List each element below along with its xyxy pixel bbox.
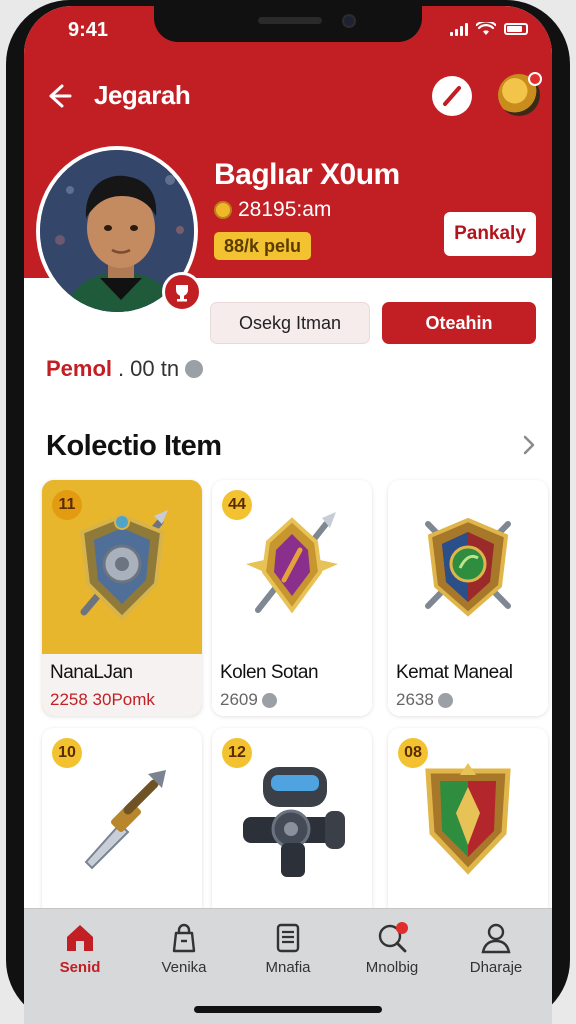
blaster-icon	[243, 767, 345, 877]
tab-label: Dharaje	[469, 959, 523, 976]
section-title: Kolectio Item	[46, 430, 222, 462]
tab-home[interactable]: Senid	[30, 921, 130, 985]
user-icon	[481, 923, 511, 954]
signal-icon	[450, 22, 468, 36]
home-indicator	[194, 1006, 382, 1013]
level-badge: 88/k pelu	[214, 232, 312, 260]
app-screen: 9:41 Jegarah Baglıar X0um 28195:am 88/k …	[24, 6, 552, 1024]
status-icons	[450, 22, 528, 36]
item-card[interactable]: Kemat Maneal 2638	[388, 480, 548, 716]
rank-badge: 12	[222, 738, 252, 768]
section-more-button[interactable]	[518, 430, 540, 460]
edit-button[interactable]	[432, 76, 472, 116]
item-price: 2638	[396, 690, 540, 710]
user-avatar-small[interactable]	[498, 72, 542, 116]
battery-icon	[504, 23, 528, 35]
tab-label: Senid	[59, 959, 101, 976]
item-price-value: 2638	[396, 690, 434, 709]
item-name: Kemat Maneal	[396, 662, 513, 683]
item-card[interactable]: 11 NanaLJan 2258 30Pomk	[42, 480, 202, 716]
verified-badge	[162, 272, 202, 312]
home-icon	[67, 925, 93, 951]
coin-icon	[214, 201, 232, 219]
item-info: NanaLJan 2258 30Pomk	[42, 654, 202, 716]
back-button[interactable]	[42, 80, 74, 112]
rank-badge: 08	[398, 738, 428, 768]
item-price-value: 2609	[220, 690, 258, 709]
stat-value: 00 tn	[130, 356, 180, 381]
primary-action-button[interactable]: Oteahin	[382, 302, 536, 344]
item-name: NanaLJan	[50, 662, 133, 683]
edit-pencil-icon	[443, 86, 461, 106]
profile-subtitle: 28195:am	[214, 198, 331, 222]
trophy-icon	[176, 285, 188, 302]
tab-bag[interactable]: Venika	[134, 921, 234, 985]
currency-icon	[261, 692, 277, 708]
tab-search[interactable]: Mnolbig	[342, 921, 442, 985]
chevron-right-icon	[523, 435, 535, 455]
tab-label: Mnolbig	[365, 959, 419, 976]
profile-stat-row: Pemol . 00 tn	[46, 356, 204, 382]
tab-label: Mnafia	[265, 959, 311, 976]
stat-label: Pemol	[46, 356, 113, 381]
wifi-icon	[476, 22, 496, 35]
page-title: Jegarah	[94, 80, 191, 110]
item-image	[388, 480, 548, 654]
rank-badge: 11	[52, 490, 82, 520]
currency-icon	[437, 692, 453, 708]
search-icon	[378, 922, 408, 953]
status-bar: 9:41	[24, 14, 552, 42]
item-price: 2258 30Pomk	[50, 690, 155, 709]
bag-icon	[172, 923, 196, 953]
item-info: Kolen Sotan 2609	[212, 654, 372, 716]
top-nav: Jegarah	[24, 72, 552, 118]
follow-button[interactable]: Pankaly	[444, 212, 536, 256]
profile-subtitle-text: 28195:am	[238, 198, 332, 221]
back-arrow-icon	[49, 84, 72, 108]
amulet-icon	[246, 512, 338, 614]
status-time: 9:41	[68, 19, 109, 41]
document-icon	[276, 923, 300, 953]
secondary-action-button[interactable]: Osekg Itman	[210, 302, 370, 344]
rank-badge: 10	[52, 738, 82, 768]
tab-profile[interactable]: Dharaje	[446, 921, 546, 985]
stat-value-prefix: .	[118, 356, 125, 381]
item-info: Kemat Maneal 2638	[388, 654, 548, 716]
tab-document[interactable]: Mnafia	[238, 921, 338, 985]
dagger-icon	[84, 770, 166, 870]
shield-sword-icon	[79, 510, 168, 621]
item-card[interactable]: 44 Kolen Sotan 2609	[212, 480, 372, 716]
tab-label: Venika	[161, 959, 207, 976]
heraldic-shield-icon	[425, 763, 511, 875]
item-price: 2609	[220, 690, 364, 710]
rank-badge: 44	[222, 490, 252, 520]
profile-name: Baglıar X0um	[214, 158, 400, 191]
info-icon[interactable]	[185, 360, 204, 378]
notification-dot	[528, 72, 542, 86]
crest-shield-icon	[425, 517, 511, 617]
item-name: Kolen Sotan	[220, 662, 319, 683]
